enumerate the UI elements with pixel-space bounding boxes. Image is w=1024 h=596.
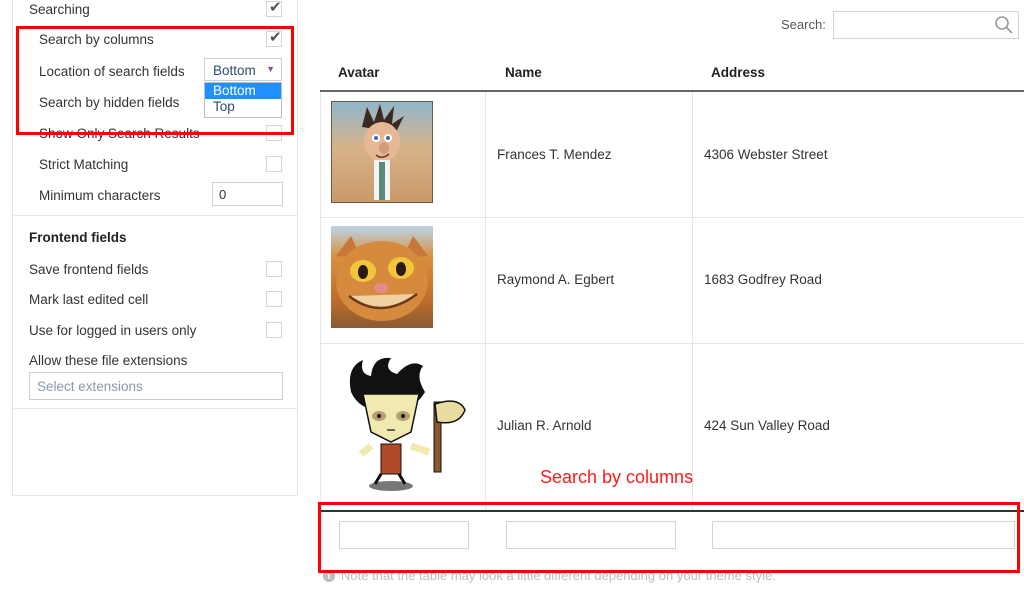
frontend-fields-heading: Frontend fields — [29, 230, 127, 245]
section-divider — [13, 215, 297, 216]
searching-label: Searching — [29, 2, 90, 17]
avatar-image — [331, 226, 433, 328]
table-footer-border — [320, 510, 1024, 512]
logged-in-only-label: Use for logged in users only — [29, 323, 197, 338]
show-only-search-results-label: Show Only Search Results — [39, 126, 200, 141]
searching-checkbox[interactable]: ✔ — [266, 0, 282, 17]
strict-matching-label: Strict Matching — [39, 157, 129, 172]
column-divider — [692, 92, 693, 510]
location-select[interactable]: Bottom ▼ — [204, 58, 282, 81]
setting-save-frontend-fields: Save frontend fields — [13, 258, 297, 284]
dropdown-arrow-icon: ▼ — [266, 64, 275, 74]
cartoon-axe-man-avatar-icon — [349, 357, 466, 491]
settings-panel: Searching ✔ Search by columns ✔ Location… — [12, 0, 298, 496]
column-divider — [485, 92, 486, 510]
location-select-value: Bottom — [213, 63, 256, 78]
annotation-label: Search by columns — [540, 467, 694, 487]
column-search-input-avatar[interactable] — [339, 521, 469, 549]
setting-searching: Searching ✔ — [13, 0, 297, 24]
cell-name: Raymond A. Egbert — [497, 272, 615, 287]
cartoon-scientist-avatar-icon — [362, 104, 404, 200]
table-border-left — [320, 92, 321, 510]
search-icon — [995, 16, 1013, 34]
setting-search-by-columns: Search by columns ✔ — [13, 28, 297, 54]
column-header-name[interactable]: Name — [505, 65, 542, 80]
global-search-input[interactable] — [833, 11, 1019, 39]
location-dropdown-menu: Bottom Top — [204, 82, 282, 118]
checkmark-icon: ✔ — [269, 0, 282, 16]
location-option-top[interactable]: Top — [205, 99, 281, 115]
mark-last-edited-cell-label: Mark last edited cell — [29, 292, 149, 307]
theme-note-text: Note that the table may look a little di… — [341, 568, 776, 583]
info-icon: i — [323, 570, 335, 582]
avatar-image — [331, 352, 471, 492]
file-extensions-select[interactable]: Select extensions — [29, 372, 283, 400]
cell-name: Frances T. Mendez — [497, 147, 612, 162]
search-by-columns-label: Search by columns — [39, 32, 154, 47]
search-by-columns-checkbox[interactable]: ✔ — [266, 29, 282, 47]
setting-logged-in-only: Use for logged in users only — [13, 319, 297, 345]
cell-address: 424 Sun Valley Road — [704, 418, 830, 433]
save-frontend-fields-label: Save frontend fields — [29, 262, 149, 277]
cell-name: Julian R. Arnold — [497, 418, 592, 433]
cell-address: 4306 Webster Street — [704, 147, 828, 162]
table-header-border — [320, 90, 1024, 92]
setting-mark-last-edited-cell: Mark last edited cell — [13, 288, 297, 314]
column-header-address[interactable]: Address — [711, 65, 765, 80]
checkmark-icon: ✔ — [269, 29, 282, 46]
column-search-input-name[interactable] — [506, 521, 676, 549]
theme-note: i Note that the table may look a little d… — [323, 568, 776, 583]
cartoon-cat-avatar-icon — [336, 236, 428, 321]
minimum-characters-input[interactable]: 0 — [212, 182, 283, 206]
minimum-characters-label: Minimum characters — [39, 188, 161, 203]
search-by-hidden-fields-label: Search by hidden fields — [39, 95, 180, 110]
logged-in-only-checkbox[interactable] — [266, 322, 282, 338]
setting-strict-matching: Strict Matching — [13, 153, 297, 179]
location-option-bottom[interactable]: Bottom — [205, 83, 281, 99]
show-only-search-results-checkbox[interactable] — [266, 125, 282, 141]
mark-last-edited-cell-checkbox[interactable] — [266, 291, 282, 307]
setting-show-only-search-results: Show Only Search Results — [13, 122, 297, 148]
global-search-label: Search: — [781, 17, 826, 32]
column-header-avatar[interactable]: Avatar — [338, 65, 380, 80]
row-divider — [320, 217, 1024, 218]
column-search-input-address[interactable] — [712, 521, 1015, 549]
cell-address: 1683 Godfrey Road — [704, 272, 822, 287]
strict-matching-checkbox[interactable] — [266, 156, 282, 172]
save-frontend-fields-checkbox[interactable] — [266, 261, 282, 277]
row-divider — [320, 343, 1024, 344]
section-divider — [13, 408, 297, 409]
avatar-image — [331, 101, 433, 203]
file-extensions-label: Allow these file extensions — [29, 353, 188, 368]
location-of-search-fields-label: Location of search fields — [39, 64, 185, 79]
